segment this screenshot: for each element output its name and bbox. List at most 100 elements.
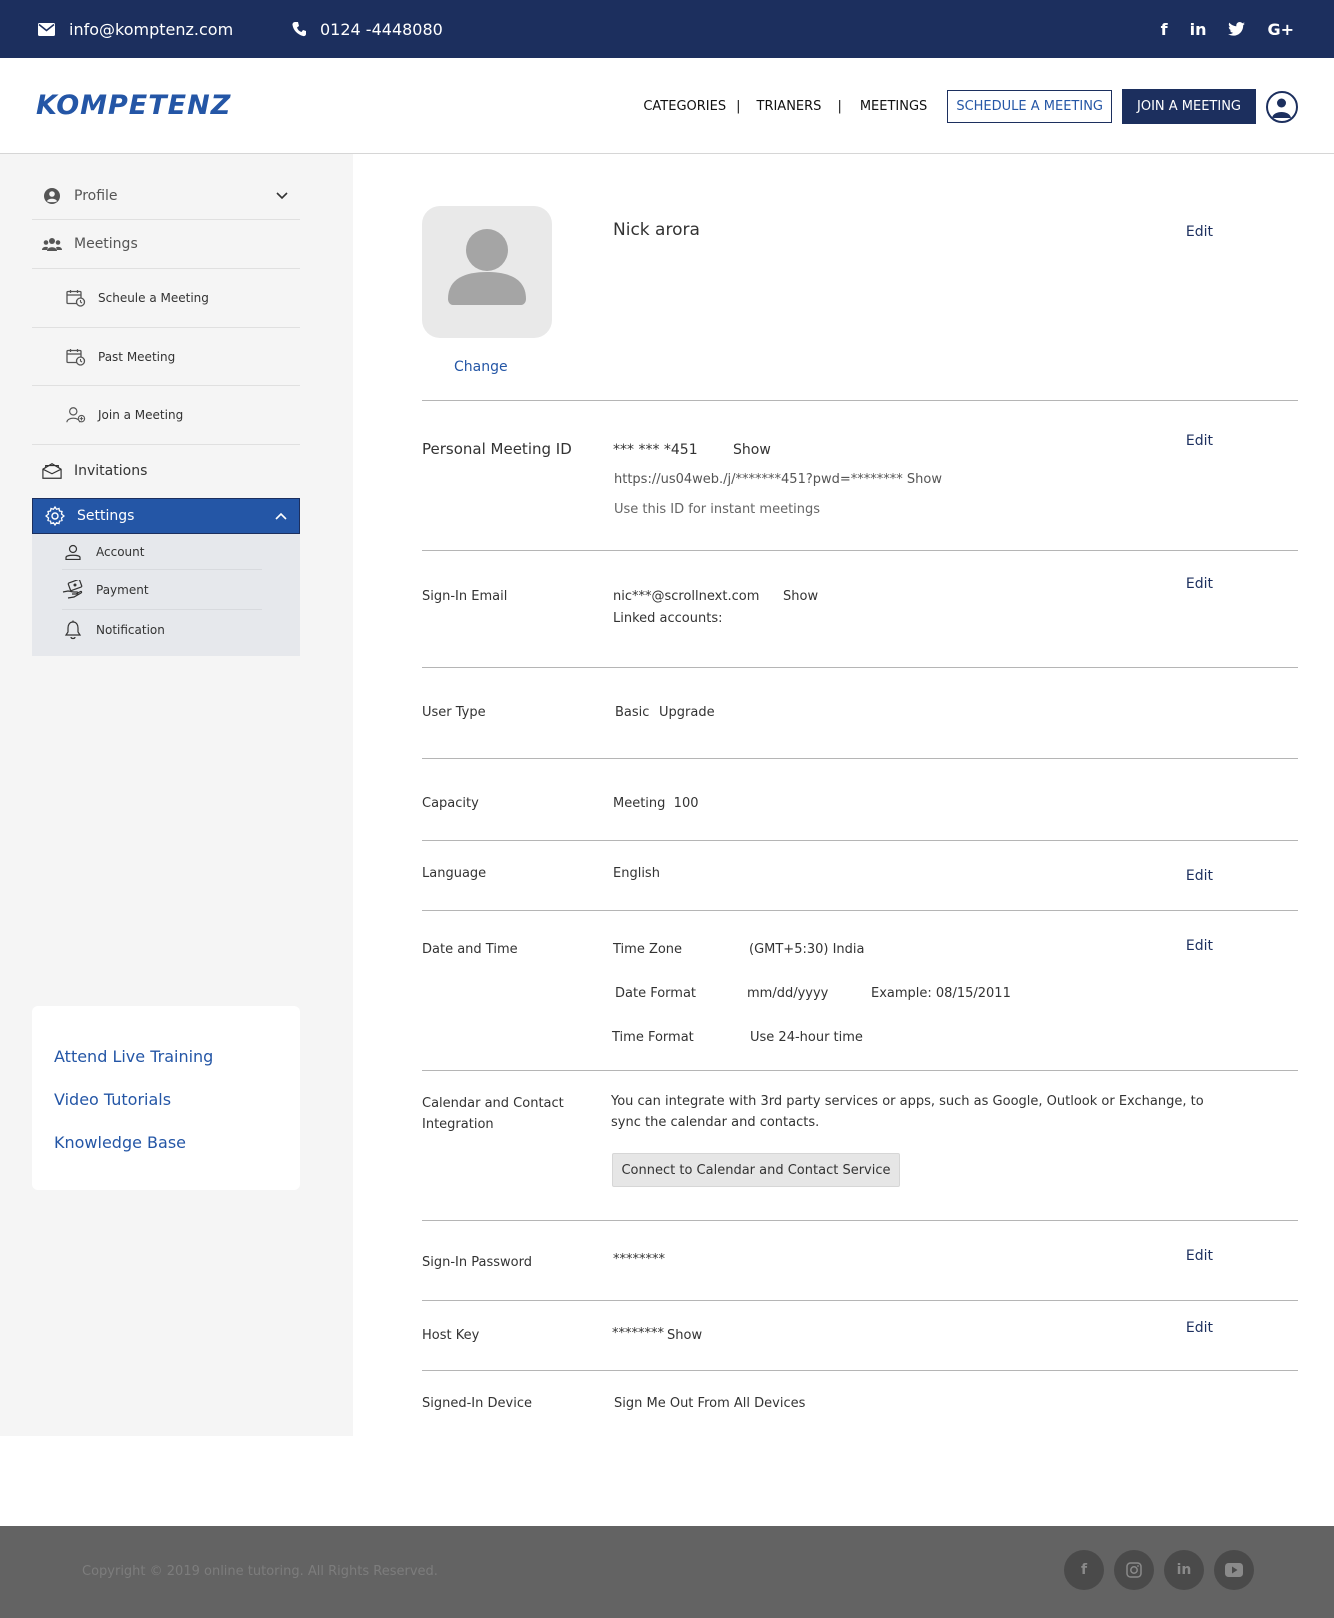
settings-item-notification[interactable]: Notification bbox=[62, 610, 262, 650]
sidebar-item-schedule-meeting[interactable]: Scheule a Meeting bbox=[32, 269, 300, 328]
profile-content: Change Nick arora Edit Personal Meeting … bbox=[353, 154, 1334, 1436]
edit-name-button[interactable]: Edit bbox=[1186, 224, 1213, 240]
settings-item-account[interactable]: Account bbox=[62, 534, 262, 570]
password-value: ******** bbox=[613, 1252, 665, 1267]
payment-hand-icon bbox=[62, 579, 84, 600]
sign-out-all-devices-link[interactable]: Sign Me Out From All Devices bbox=[614, 1396, 805, 1411]
profile-avatar[interactable] bbox=[422, 206, 552, 338]
sidebar-item-settings[interactable]: Settings bbox=[32, 498, 300, 534]
help-links-box: Attend Live Training Video Tutorials Kno… bbox=[32, 1006, 300, 1190]
edit-language-button[interactable]: Edit bbox=[1186, 868, 1213, 884]
main-nav: CATEGORIES | TRIANERS | MEETINGS SCHEDUL… bbox=[633, 89, 1298, 124]
nav-trainers[interactable]: TRIANERS bbox=[741, 99, 838, 114]
edit-date-time-button[interactable]: Edit bbox=[1186, 938, 1213, 954]
linked-accounts: Linked accounts: bbox=[613, 611, 723, 626]
pmi-note: Use this ID for instant meetings bbox=[614, 502, 821, 517]
host-key-show-link[interactable]: Show bbox=[667, 1328, 702, 1343]
date-format-label: Date Format bbox=[615, 986, 697, 1001]
divider bbox=[422, 910, 1298, 911]
divider bbox=[422, 667, 1298, 668]
host-key-label: Host Key bbox=[422, 1328, 480, 1343]
settings-item-label: Account bbox=[96, 544, 145, 559]
sidebar-item-label: Past Meeting bbox=[98, 349, 176, 364]
capacity-label: Capacity bbox=[422, 796, 479, 811]
password-label: Sign-In Password bbox=[422, 1255, 532, 1270]
phone-contact[interactable]: 0124 -4448080 bbox=[292, 0, 443, 58]
divider bbox=[422, 758, 1298, 759]
nav-meetings[interactable]: MEETINGS bbox=[842, 99, 939, 114]
linkedin-icon[interactable]: in bbox=[1190, 20, 1207, 39]
twitter-icon[interactable] bbox=[1228, 22, 1246, 36]
user-circle-icon bbox=[42, 188, 62, 204]
video-tutorials-link[interactable]: Video Tutorials bbox=[54, 1090, 171, 1109]
date-format-value: mm/dd/yyyy bbox=[747, 986, 829, 1001]
user-add-icon bbox=[66, 406, 86, 424]
settings-panel: Settings Account Payment Notification bbox=[32, 498, 300, 656]
edit-host-key-button[interactable]: Edit bbox=[1186, 1320, 1213, 1336]
join-meeting-button[interactable]: JOIN A MEETING bbox=[1122, 89, 1256, 124]
top-contact-bar: info@komptenz.com 0124 -4448080 f in G+ bbox=[0, 0, 1334, 58]
sidebar: Profile Meetings Scheule a Meeting Past … bbox=[0, 154, 353, 1436]
sidebar-item-invitations[interactable]: Invitations bbox=[32, 445, 300, 496]
calendar-integration-label: Calendar and Contact Integration bbox=[422, 1096, 564, 1132]
sidebar-item-label: Join a Meeting bbox=[98, 408, 184, 422]
facebook-icon[interactable]: f bbox=[1161, 20, 1168, 39]
linkedin-icon[interactable]: in bbox=[1164, 1550, 1204, 1590]
time-zone-value: (GMT+5:30) India bbox=[749, 942, 865, 957]
top-social-links: f in G+ bbox=[1161, 0, 1294, 58]
instagram-icon[interactable] bbox=[1114, 1550, 1154, 1590]
capacity-value: Meeting 100 bbox=[613, 796, 699, 811]
signed-in-device-label: Signed-In Device bbox=[422, 1396, 532, 1411]
sidebar-item-label: Invitations bbox=[74, 462, 148, 479]
time-format-label: Time Format bbox=[612, 1030, 694, 1045]
divider bbox=[422, 400, 1298, 401]
nav-categories[interactable]: CATEGORIES bbox=[633, 99, 736, 114]
language-label: Language bbox=[422, 866, 487, 881]
divider bbox=[422, 550, 1298, 551]
sidebar-item-profile[interactable]: Profile bbox=[32, 173, 300, 220]
kompetenz-logo[interactable]: KOMPETENZ bbox=[36, 90, 231, 121]
edit-pmi-button[interactable]: Edit bbox=[1186, 433, 1213, 449]
user-type-label: User Type bbox=[422, 705, 486, 720]
sidebar-item-past-meeting[interactable]: Past Meeting bbox=[32, 328, 300, 386]
youtube-icon[interactable] bbox=[1214, 1550, 1254, 1590]
chevron-down-icon[interactable] bbox=[276, 192, 288, 200]
connect-calendar-button[interactable]: Connect to Calendar and Contact Service bbox=[612, 1153, 900, 1187]
email-text: info@komptenz.com bbox=[69, 19, 234, 39]
user-placeholder-icon bbox=[448, 229, 526, 305]
facebook-icon[interactable]: f bbox=[1064, 1550, 1104, 1590]
calendar-clock-icon bbox=[66, 289, 86, 307]
calendar-label-line-1: Calendar and Contact bbox=[422, 1096, 564, 1111]
envelope-icon bbox=[38, 22, 55, 36]
change-photo-link[interactable]: Change bbox=[454, 359, 508, 375]
gear-icon bbox=[45, 506, 65, 526]
phone-icon bbox=[292, 22, 306, 37]
facebook-glyph: f bbox=[1080, 1562, 1088, 1578]
schedule-meeting-button[interactable]: SCHEDULE A MEETING bbox=[947, 90, 1112, 123]
group-icon bbox=[42, 237, 62, 251]
upgrade-link[interactable]: Upgrade bbox=[659, 705, 715, 720]
sidebar-item-meetings[interactable]: Meetings bbox=[32, 220, 300, 269]
settings-item-payment[interactable]: Payment bbox=[62, 570, 262, 610]
pmi-link[interactable]: https://us04web./j/*******451?pwd=******… bbox=[614, 472, 942, 487]
settings-item-label: Notification bbox=[96, 623, 165, 637]
divider bbox=[422, 1220, 1298, 1221]
email-contact[interactable]: info@komptenz.com bbox=[38, 0, 233, 58]
user-account-icon[interactable] bbox=[1266, 90, 1298, 123]
pmi-value: *** *** *451 bbox=[613, 442, 698, 458]
edit-email-button[interactable]: Edit bbox=[1186, 576, 1213, 592]
date-format-example: Example: 08/15/2011 bbox=[871, 986, 1011, 1001]
time-format-value: Use 24-hour time bbox=[750, 1030, 863, 1045]
copyright-text: Copyright © 2019 online tutoring. All Ri… bbox=[82, 1564, 438, 1579]
calendar-label-line-2: Integration bbox=[422, 1117, 494, 1132]
attend-live-training-link[interactable]: Attend Live Training bbox=[54, 1047, 213, 1066]
sidebar-item-label: Profile bbox=[74, 188, 118, 204]
email-show-link[interactable]: Show bbox=[783, 589, 818, 604]
google-plus-icon[interactable]: G+ bbox=[1267, 20, 1294, 39]
sidebar-item-join-meeting[interactable]: Join a Meeting bbox=[32, 386, 300, 445]
knowledge-base-link[interactable]: Knowledge Base bbox=[54, 1133, 186, 1152]
chevron-up-icon[interactable] bbox=[275, 512, 287, 520]
edit-password-button[interactable]: Edit bbox=[1186, 1248, 1213, 1264]
calendar-clock-icon bbox=[66, 348, 86, 366]
pmi-show-link[interactable]: Show bbox=[733, 442, 771, 458]
